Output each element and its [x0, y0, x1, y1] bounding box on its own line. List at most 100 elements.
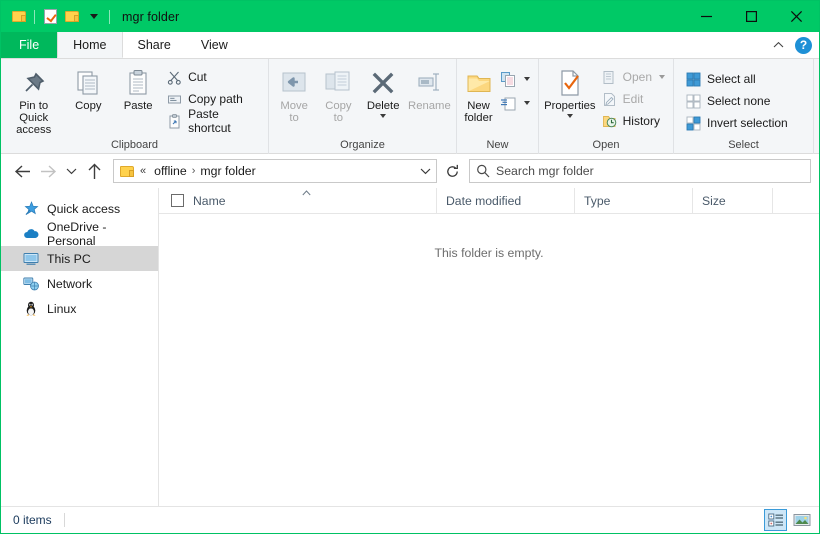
large-icons-view-button[interactable]: [790, 509, 813, 531]
history-icon: [601, 113, 618, 130]
column-header-name-label: Name: [193, 193, 226, 208]
sidebar-label: Quick access: [47, 201, 121, 216]
open-button[interactable]: Open: [598, 66, 670, 88]
tab-view[interactable]: View: [186, 32, 243, 58]
copy-path-label: Copy path: [188, 92, 243, 106]
new-folder-icon: [64, 10, 80, 23]
copy-to-button[interactable]: Copy to: [316, 63, 360, 124]
breadcrumb-dropdown-button[interactable]: [414, 160, 436, 182]
select-all-checkbox[interactable]: [171, 194, 184, 207]
ribbon-group-label-clipboard: Clipboard: [110, 139, 159, 151]
item-count-label: 0 items: [13, 513, 52, 527]
copy-label: Copy: [75, 100, 102, 112]
file-explorer-window: mgr folder File Home Share View ? Pin to…: [0, 0, 820, 534]
easy-access-button[interactable]: [497, 91, 535, 115]
sidebar-item-onedrive[interactable]: OneDrive - Personal: [1, 219, 158, 248]
breadcrumb-overflow[interactable]: «: [140, 165, 150, 177]
search-box[interactable]: Search mgr folder: [469, 159, 811, 183]
sidebar-label: OneDrive - Personal: [47, 219, 107, 248]
properties-icon: [556, 66, 584, 100]
column-header-type[interactable]: Type: [575, 187, 693, 214]
ribbon-group-select: Select all Select none Invert selection …: [674, 59, 814, 154]
ribbon-group-open: Properties Open Edit History Open: [539, 59, 674, 154]
close-button[interactable]: [774, 1, 819, 32]
easy-access-icon: [500, 95, 517, 112]
paste-shortcut-button[interactable]: Paste shortcut: [163, 107, 265, 135]
ribbon-group-label-organize: Organize: [340, 139, 385, 151]
paste-label: Paste: [123, 100, 153, 112]
new-item-button[interactable]: [497, 67, 535, 91]
minimize-button[interactable]: [684, 1, 729, 32]
sidebar-item-quick-access[interactable]: Quick access: [1, 196, 158, 221]
tab-home[interactable]: Home: [57, 32, 123, 58]
recent-locations-button[interactable]: [61, 158, 81, 184]
invert-selection-button[interactable]: Invert selection: [682, 112, 793, 134]
qat-separator-2: [109, 9, 110, 24]
breadcrumb-item-mgr-folder[interactable]: mgr folder: [196, 160, 259, 182]
rename-icon: [414, 66, 444, 100]
up-button[interactable]: [81, 158, 107, 184]
cloud-icon: [23, 226, 39, 242]
status-separator: [63, 513, 65, 527]
new-folder-button[interactable]: New folder: [460, 63, 497, 124]
select-all-button[interactable]: Select all: [682, 68, 793, 90]
rename-label: Rename: [408, 100, 451, 112]
copy-button[interactable]: Copy: [63, 63, 113, 112]
copy-path-icon: [166, 91, 183, 108]
column-header-spacer: [773, 188, 819, 214]
pin-to-quick-access-button[interactable]: Pin to Quick access: [4, 63, 63, 136]
tab-share[interactable]: Share: [123, 32, 186, 58]
search-input[interactable]: Search mgr folder: [496, 164, 594, 178]
delete-button[interactable]: Delete: [361, 63, 406, 118]
star-pin-icon: [23, 201, 39, 217]
penguin-icon: [23, 301, 39, 317]
select-none-button[interactable]: Select none: [682, 90, 793, 112]
pin-icon: [20, 66, 48, 100]
content-pane: Name Date modified Type Size This folder…: [159, 187, 819, 506]
select-all-label: Select all: [707, 72, 756, 86]
paste-button[interactable]: Paste: [113, 63, 163, 112]
sidebar-item-linux[interactable]: Linux: [1, 296, 158, 321]
select-all-icon: [685, 71, 702, 88]
forward-button[interactable]: [35, 158, 61, 184]
qat-folder-button[interactable]: [8, 6, 30, 28]
qat-customize-button[interactable]: [83, 6, 105, 28]
delete-x-icon: [369, 66, 397, 100]
refresh-button[interactable]: [439, 159, 465, 183]
sidebar-item-network[interactable]: Network: [1, 271, 158, 296]
column-header-size[interactable]: Size: [693, 187, 773, 214]
select-none-icon: [685, 93, 702, 110]
ribbon-group-clipboard: Pin to Quick access Copy Paste Cut Copy …: [1, 59, 269, 154]
cut-button[interactable]: Cut: [163, 66, 265, 88]
help-button[interactable]: ?: [795, 36, 812, 54]
tab-file[interactable]: File: [1, 32, 58, 58]
details-view-button[interactable]: [764, 509, 787, 531]
edit-button[interactable]: Edit: [598, 88, 670, 110]
properties-icon: [43, 9, 57, 24]
sort-ascending-icon: [302, 189, 311, 198]
scissors-icon: [166, 69, 183, 86]
column-header-date-modified[interactable]: Date modified: [437, 187, 575, 214]
breadcrumb[interactable]: « offline › mgr folder: [113, 159, 437, 183]
file-list[interactable]: This folder is empty.: [159, 214, 819, 506]
window-controls: [684, 1, 819, 32]
qat-properties-button[interactable]: [39, 6, 61, 28]
column-headers: Name Date modified Type Size: [159, 187, 819, 214]
rename-button[interactable]: Rename: [406, 63, 453, 112]
maximize-button[interactable]: [729, 1, 774, 32]
folder-icon: [11, 10, 27, 23]
history-button[interactable]: History: [598, 110, 670, 132]
title-bar: mgr folder: [1, 1, 819, 32]
move-to-button[interactable]: Move to: [272, 63, 316, 124]
history-label: History: [622, 114, 660, 128]
back-button[interactable]: [9, 158, 35, 184]
edit-label: Edit: [622, 92, 644, 106]
column-header-name[interactable]: Name: [159, 187, 437, 214]
monitor-icon: [23, 251, 39, 267]
qat-new-folder-button[interactable]: [61, 6, 83, 28]
sidebar-item-this-pc[interactable]: This PC: [1, 246, 158, 271]
properties-button[interactable]: Properties: [542, 63, 598, 118]
address-bar: « offline › mgr folder Search mgr folder: [1, 154, 819, 188]
breadcrumb-item-offline[interactable]: offline: [150, 160, 191, 182]
collapse-ribbon-button[interactable]: [769, 36, 787, 54]
